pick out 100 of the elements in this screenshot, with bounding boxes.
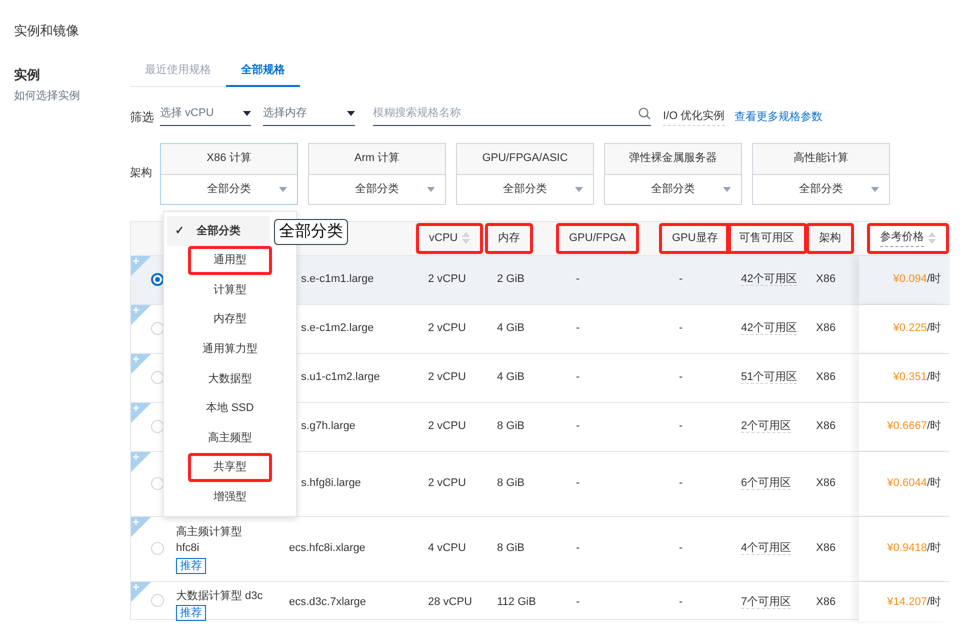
architecture-card[interactable]: GPU/FPGA/ASIC 全部分类 xyxy=(456,142,594,204)
table-cell: 2 vCPU xyxy=(428,371,466,384)
zones-cell: 42个可用区 xyxy=(741,273,798,286)
search-field[interactable]: 模糊搜索规格名称 xyxy=(373,105,638,122)
category-select[interactable]: 全部分类 xyxy=(161,174,297,204)
memory-select[interactable]: 选择内存 xyxy=(263,105,355,126)
architecture-card[interactable]: Arm 计算 全部分类 xyxy=(308,142,446,204)
recommended-badge: 推荐 xyxy=(176,558,206,574)
price-cell: ¥0.9418/时 xyxy=(859,516,951,580)
price-cell: ¥0.094/时 xyxy=(859,256,951,304)
table-cell: - xyxy=(576,273,580,286)
table-cell: X86 xyxy=(816,273,836,286)
table-cell: 4 vCPU xyxy=(428,542,466,554)
table-cell: 8 GiB xyxy=(497,542,525,554)
help-link[interactable]: 如何选择实例 xyxy=(14,88,130,104)
category-select[interactable]: 全部分类 xyxy=(309,174,445,204)
spec-name: s.hfg8i.large xyxy=(300,477,361,490)
corner-plus-icon[interactable] xyxy=(131,354,151,374)
architecture-name: GPU/FPGA/ASIC xyxy=(457,144,593,174)
column-header: GPU显存 xyxy=(659,222,731,254)
recommended-badge: 推荐 xyxy=(176,605,206,621)
spec-name: s.u1-c1m2.large xyxy=(300,371,380,384)
price-cell: ¥0.225/时 xyxy=(859,304,951,352)
zones-cell: 51个可用区 xyxy=(741,371,798,384)
architecture-card[interactable]: X86 计算 全部分类 xyxy=(160,142,298,204)
architecture-name: 弹性裸金属服务器 xyxy=(605,144,741,174)
corner-plus-icon[interactable] xyxy=(131,582,151,602)
spec-name: s.e-c1m2.large xyxy=(300,322,374,334)
io-optimized-label: I/O 优化实例 xyxy=(663,108,725,126)
table-cell: - xyxy=(576,420,580,432)
menu-item[interactable]: 大数据型 xyxy=(167,364,293,394)
table-cell: - xyxy=(679,542,683,554)
corner-plus-icon[interactable] xyxy=(131,304,151,324)
column-header[interactable]: 参考价格 xyxy=(867,222,949,254)
architecture-card[interactable]: 高性能计算 全部分类 xyxy=(752,142,890,204)
menu-item[interactable]: 通用算力型 xyxy=(167,334,293,364)
architecture-card[interactable]: 弹性裸金属服务器 全部分类 xyxy=(604,142,742,204)
table-cell: X86 xyxy=(816,477,836,490)
table-cell: X86 xyxy=(816,596,836,608)
corner-plus-icon[interactable] xyxy=(131,516,151,536)
section-title: 实例 xyxy=(14,66,41,84)
table-cell: - xyxy=(576,371,580,384)
spec-name: ecs.hfc8i.xlarge xyxy=(289,542,366,554)
category-select[interactable]: 全部分类 xyxy=(753,174,889,204)
spec-name: ecs.d3c.7xlarge xyxy=(289,596,366,608)
caret-icon xyxy=(347,110,355,116)
table-cell: X86 xyxy=(816,542,836,554)
table-cell: X86 xyxy=(816,420,836,432)
architecture-name: Arm 计算 xyxy=(309,144,445,174)
tooltip: 全部分类 xyxy=(274,219,348,245)
category-select[interactable]: 全部分类 xyxy=(457,174,593,204)
table-cell: - xyxy=(576,322,580,334)
column-header: 内存 xyxy=(485,222,533,254)
zones-cell: 7个可用区 xyxy=(741,596,792,608)
tab[interactable]: 全部规格 xyxy=(226,62,300,86)
table-cell: X86 xyxy=(816,371,836,384)
column-header: GPU/FPGA xyxy=(556,222,639,254)
architecture-name: 高性能计算 xyxy=(753,144,889,174)
table-cell: 112 GiB xyxy=(497,596,536,608)
radio-button[interactable] xyxy=(151,273,164,286)
table-cell: - xyxy=(576,542,580,554)
table-cell: 2 vCPU xyxy=(428,477,466,490)
menu-item[interactable]: 通用型 xyxy=(188,246,272,276)
column-header: 架构 xyxy=(806,222,854,254)
menu-item[interactable]: ✓ 全部分类 xyxy=(167,216,270,246)
more-specs-link[interactable]: 查看更多规格参数 xyxy=(734,109,823,126)
sort-icon[interactable] xyxy=(462,231,470,245)
table-cell: - xyxy=(576,477,580,490)
table-cell: 28 vCPU xyxy=(428,596,472,608)
sort-icon[interactable] xyxy=(928,231,936,245)
filter-label: 筛选 xyxy=(130,108,155,126)
spec-name: s.g7h.large xyxy=(300,420,356,432)
instance-family: hfc8i xyxy=(176,541,200,556)
table-cell: - xyxy=(679,477,683,490)
menu-item[interactable]: 内存型 xyxy=(167,304,293,334)
table-cell: 2 vCPU xyxy=(428,273,466,286)
table-cell: X86 xyxy=(816,322,836,334)
menu-item[interactable]: 增强型 xyxy=(167,482,293,512)
table-cell: 8 GiB xyxy=(497,420,525,432)
vcpu-select[interactable]: 选择 vCPU xyxy=(160,105,251,126)
corner-plus-icon[interactable] xyxy=(131,402,151,422)
search-icon xyxy=(638,106,651,120)
table-cell: - xyxy=(679,371,683,384)
menu-item[interactable]: 本地 SSD xyxy=(167,394,293,424)
architecture-name: X86 计算 xyxy=(161,144,297,174)
corner-plus-icon[interactable] xyxy=(131,452,151,472)
menu-item[interactable]: 计算型 xyxy=(167,275,293,305)
table-cell: 2 GiB xyxy=(497,273,525,286)
price-cell: ¥14.207/时 xyxy=(859,582,951,621)
column-header[interactable]: vCPU xyxy=(416,222,483,254)
table-cell: - xyxy=(679,420,683,432)
table-cell: 4 GiB xyxy=(497,322,525,334)
menu-item[interactable]: 高主频型 xyxy=(167,423,293,453)
table-cell: 2 vCPU xyxy=(428,322,466,334)
menu-item[interactable]: 共享型 xyxy=(188,452,272,482)
table-cell: 8 GiB xyxy=(497,477,525,490)
zones-cell: 6个可用区 xyxy=(741,477,792,490)
category-select[interactable]: 全部分类 xyxy=(605,174,741,204)
zones-cell: 42个可用区 xyxy=(741,322,798,336)
page-title: 实例和镜像 xyxy=(14,22,80,40)
